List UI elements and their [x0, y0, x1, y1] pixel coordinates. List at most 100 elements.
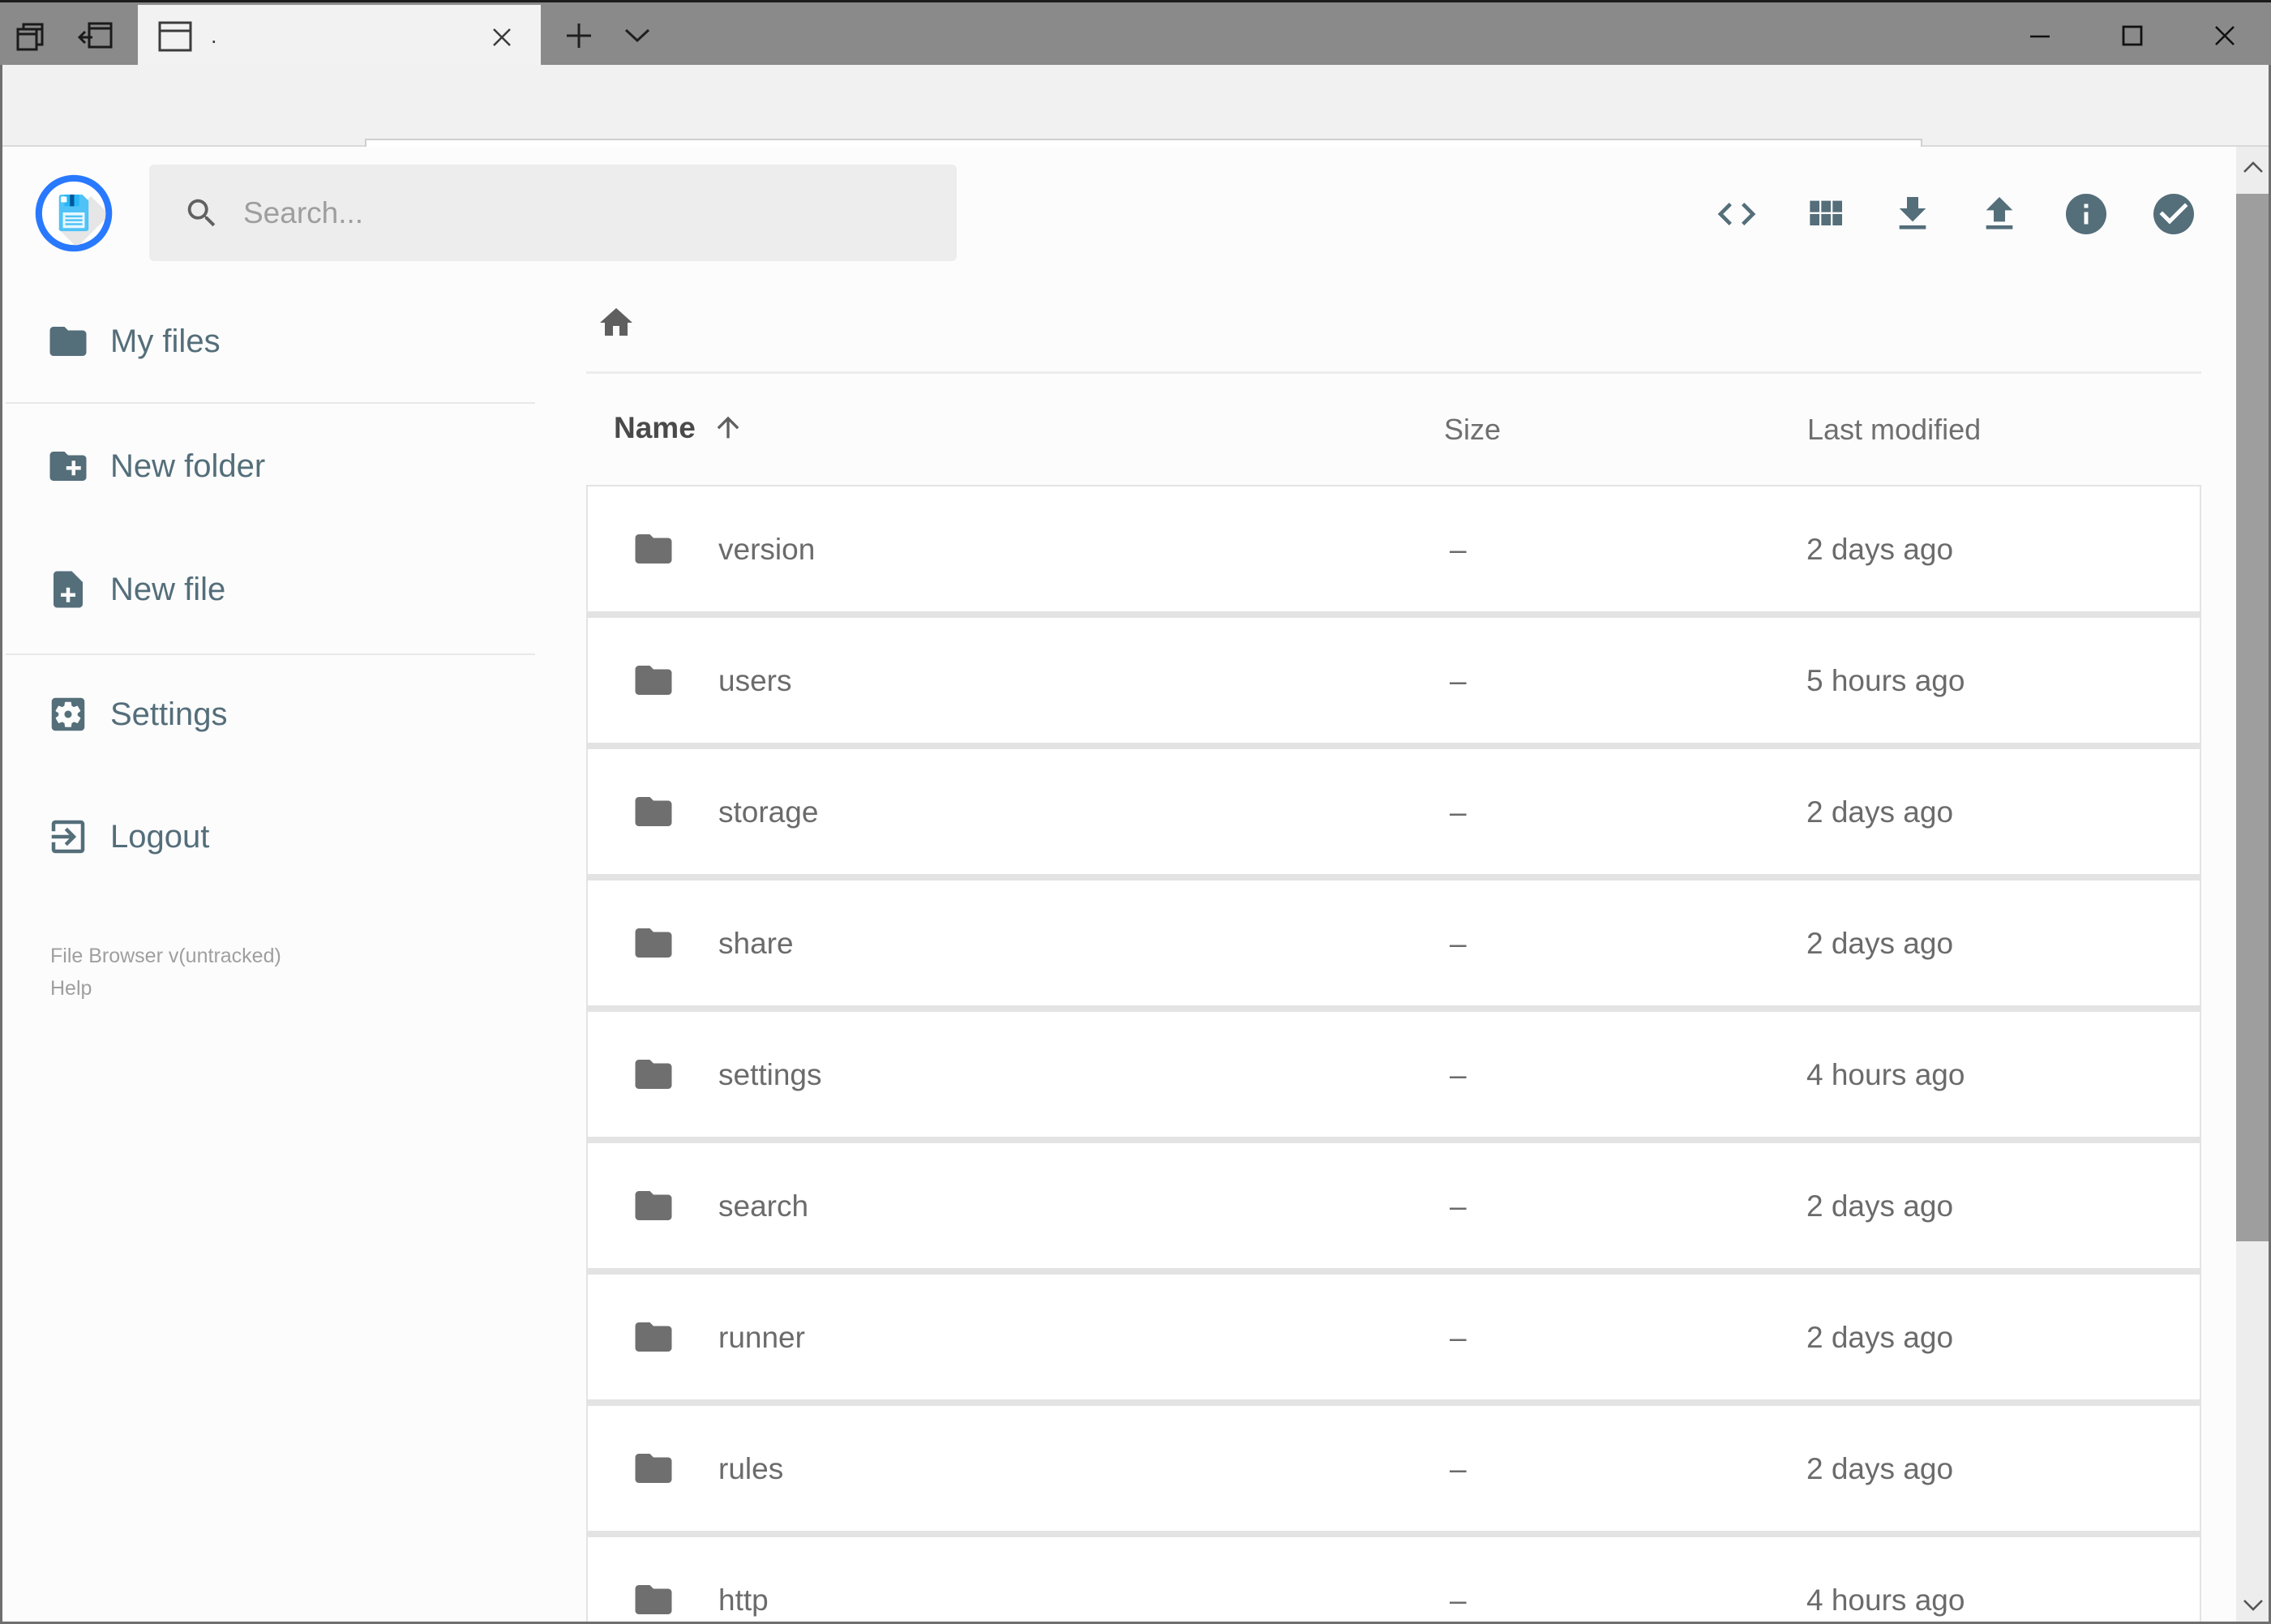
maximize-button[interactable]: [2115, 22, 2150, 49]
browser-tab[interactable]: .: [138, 5, 541, 67]
search-box[interactable]: [149, 165, 957, 261]
table-row[interactable]: rules – 2 days ago: [588, 1406, 2200, 1531]
browser-toolbar: filebrowser.web/files/: [0, 65, 2271, 204]
sidebar-footer: File Browser v(untracked) Help: [50, 940, 281, 1005]
info-icon: [2062, 190, 2110, 238]
app-version-text: File Browser v(untracked): [50, 945, 281, 967]
upload-button[interactable]: [1973, 188, 2025, 240]
scroll-down-icon[interactable]: [2242, 1598, 2265, 1613]
table-row[interactable]: runner – 2 days ago: [588, 1275, 2200, 1399]
folder-icon: [632, 658, 675, 702]
file-modified: 4 hours ago: [1806, 1058, 1965, 1091]
file-browser-app: My files New folder New file Settings: [0, 147, 2271, 1624]
sidebar-item-new-folder[interactable]: New folder: [0, 440, 541, 492]
file-modified: 2 days ago: [1806, 795, 1954, 829]
column-header-modified[interactable]: Last modified: [1807, 413, 1981, 447]
tab-list-chevron-icon: [623, 28, 651, 44]
close-window-icon: [2213, 24, 2237, 48]
home-breadcrumb-icon: [597, 303, 636, 342]
file-modified: 2 days ago: [1806, 927, 1954, 960]
file-list: version – 2 days ago users – 5 hours ago…: [586, 485, 2201, 1624]
folder-icon: [632, 1446, 675, 1490]
column-header-name[interactable]: Name: [614, 411, 696, 445]
shell-button[interactable]: [1711, 188, 1763, 240]
file-name: runner: [718, 1321, 805, 1354]
window-border-left: [0, 65, 2, 1624]
table-row[interactable]: version – 2 days ago: [588, 486, 2200, 611]
select-multiple-button[interactable]: [2148, 188, 2200, 240]
folder-icon: [632, 527, 675, 571]
sidebar-item-my-files[interactable]: My files: [0, 315, 541, 367]
scroll-up-icon[interactable]: [2242, 160, 2265, 174]
scrollbar-thumb[interactable]: [2236, 194, 2269, 1241]
search-icon: [149, 195, 221, 232]
download-button[interactable]: [1887, 188, 1939, 240]
tab-title: .: [211, 24, 217, 48]
logout-icon: [0, 815, 90, 859]
new-tab-icon: [564, 21, 593, 50]
settings-icon: [0, 692, 90, 736]
file-name: users: [718, 664, 792, 697]
maximize-icon: [2120, 24, 2145, 48]
help-link[interactable]: Help: [50, 972, 281, 1005]
file-size: –: [1450, 664, 1467, 697]
folder-icon: [0, 319, 90, 363]
sidebar-item-label: Settings: [110, 696, 228, 732]
sort-ascending-icon[interactable]: [712, 411, 744, 443]
breadcrumb-home-button[interactable]: [597, 303, 636, 342]
file-modified: 2 days ago: [1806, 1189, 1954, 1223]
file-modified: 5 hours ago: [1806, 664, 1965, 697]
info-button[interactable]: [2060, 188, 2112, 240]
tab-list-button[interactable]: [618, 17, 657, 54]
file-name: share: [718, 927, 794, 960]
file-modified: 2 days ago: [1806, 1452, 1954, 1485]
file-size: –: [1450, 533, 1467, 566]
column-header-size[interactable]: Size: [1444, 413, 1501, 447]
tabs-preview-icon: [14, 19, 48, 53]
file-name: rules: [718, 1452, 784, 1485]
folder-icon: [632, 1578, 675, 1622]
minimize-button[interactable]: [2022, 22, 2058, 49]
table-row[interactable]: storage – 2 days ago: [588, 749, 2200, 874]
grid-view-button[interactable]: [1799, 188, 1851, 240]
table-row[interactable]: settings – 4 hours ago: [588, 1012, 2200, 1137]
folder-icon: [632, 921, 675, 965]
file-name: settings: [718, 1058, 822, 1091]
file-size: –: [1450, 927, 1467, 960]
table-row[interactable]: users – 5 hours ago: [588, 618, 2200, 743]
table-row[interactable]: http – 4 hours ago: [588, 1537, 2200, 1624]
new-folder-icon: [0, 444, 90, 488]
file-size: –: [1450, 1321, 1467, 1354]
new-tab-button[interactable]: [559, 17, 598, 54]
sidebar-item-new-file[interactable]: New file: [0, 563, 541, 615]
minimize-icon: [2028, 24, 2052, 48]
folder-icon: [632, 1184, 675, 1228]
file-size: –: [1450, 795, 1467, 829]
close-window-button[interactable]: [2207, 22, 2243, 49]
sidebar-divider: [6, 653, 535, 655]
folder-icon: [632, 1052, 675, 1096]
file-modified: 2 days ago: [1806, 533, 1954, 566]
folder-icon: [632, 1315, 675, 1359]
sidebar-item-settings[interactable]: Settings: [0, 688, 541, 740]
file-size: –: [1450, 1189, 1467, 1223]
sidebar-item-label: New file: [110, 571, 226, 607]
file-size: –: [1450, 1058, 1467, 1091]
table-row[interactable]: search – 2 days ago: [588, 1143, 2200, 1268]
download-icon: [1890, 191, 1935, 237]
file-name: search: [718, 1189, 809, 1223]
table-row[interactable]: share – 2 days ago: [588, 881, 2200, 1005]
select-multiple-icon: [2149, 190, 2198, 238]
search-input[interactable]: [242, 195, 910, 231]
browser-window: . Search... My files New folder New file…: [0, 0, 2271, 1624]
close-tab-icon[interactable]: [491, 26, 513, 49]
sidebar-item-logout[interactable]: Logout: [0, 811, 541, 863]
file-browser-logo[interactable]: [35, 174, 113, 252]
new-file-icon: [0, 568, 90, 611]
tabs-preview-button[interactable]: [11, 17, 50, 54]
file-name: storage: [718, 795, 819, 829]
set-tabs-aside-icon: [77, 19, 114, 53]
page-scrollbar[interactable]: [2236, 147, 2269, 1624]
grid-view-icon: [1802, 191, 1848, 237]
set-tabs-aside-button[interactable]: [76, 17, 115, 54]
